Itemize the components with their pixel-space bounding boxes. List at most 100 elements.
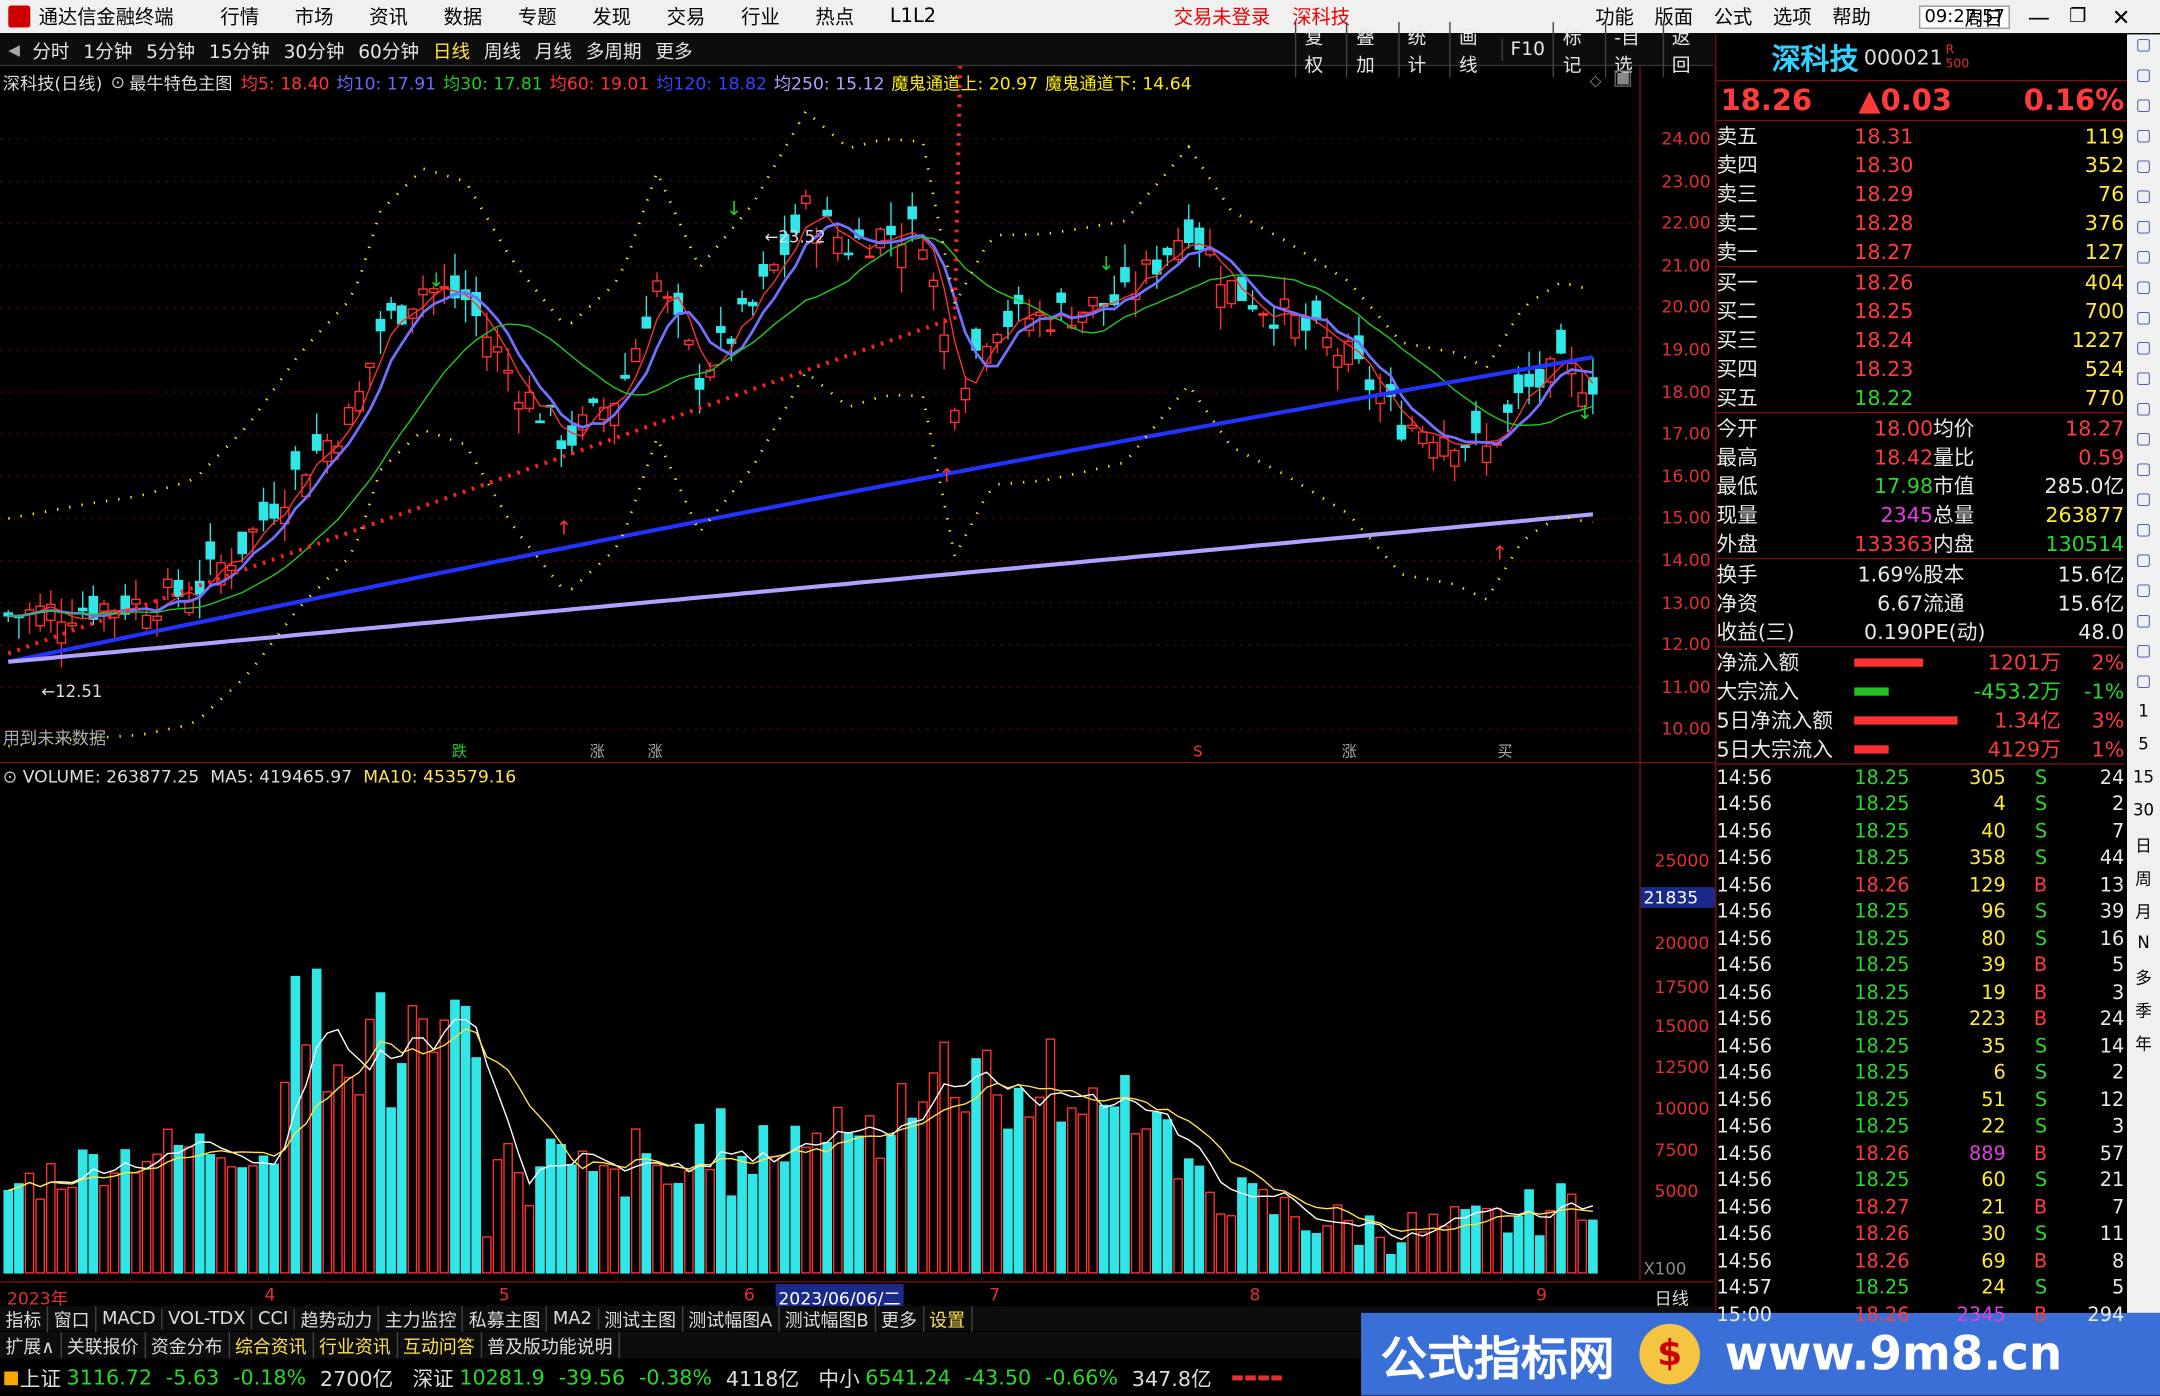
info-tab[interactable]: 扩展∧ [0,1332,62,1359]
indicator-tab[interactable]: 窗口 [48,1305,97,1332]
side-tool-icon[interactable]: ▢ [2127,398,2160,428]
login-status[interactable]: 交易未登录 [1174,3,1270,31]
menu-item[interactable]: 资讯 [369,3,408,31]
side-tool-icon[interactable]: ▢ [2127,610,2160,640]
info-tab[interactable]: 关联报价 [61,1332,146,1359]
volume-bar [599,1164,609,1274]
side-tool-icon[interactable]: ▢ [2127,65,2160,95]
menu-item[interactable]: L1L2 [890,6,936,28]
tick-price: 18.25 [1854,1035,1910,1058]
period-tab[interactable]: 分时 [25,36,76,63]
indicator-tab[interactable]: 指标 [0,1305,49,1332]
menu-item[interactable]: 发现 [592,3,631,31]
menu-item[interactable]: 市场 [295,3,334,31]
side-tool-icon[interactable]: ▢ [2127,671,2160,701]
period-collapse-icon[interactable]: ◀ [8,41,20,59]
menu-item[interactable]: 数据 [444,3,483,31]
close-icon[interactable]: ✕ [2112,3,2130,29]
menu-item[interactable]: 行业 [741,3,780,31]
tick-row: 14:56 18.25 22 S 3 [1716,1114,2124,1141]
right-menu-item[interactable]: 选项 [1773,3,1812,31]
info-tab[interactable]: 互动问答 [398,1332,482,1359]
index-item[interactable]: 中小 6541.24 -43.50 -0.66% 347.8亿 [818,1363,1211,1392]
side-tool-icon[interactable]: ▢ [2127,156,2160,186]
menu-item[interactable]: 热点 [816,3,855,31]
side-period-button[interactable]: 季 [2127,999,2160,1032]
side-period-button[interactable]: 1 [2127,701,2160,734]
indicator-tab[interactable]: CCI [252,1308,296,1329]
period-tab[interactable]: 5分钟 [139,36,202,63]
period-tab[interactable]: 更多 [648,36,699,63]
indicator-tab[interactable]: 测试幅图A [683,1305,780,1332]
side-tool-icon[interactable]: ▢ [2127,277,2160,307]
main-chart-area[interactable]: 深科技(日线) ⊙ 最牛特色主图 均5: 18.40 均10: 17.91 均30:… [0,66,1640,764]
side-tool-icon[interactable]: ▢ [2127,428,2160,458]
side-tool-icon[interactable]: ▢ [2127,95,2160,125]
indicator-tab[interactable]: 测试主图 [599,1305,683,1332]
bid-label: 买一 [1716,270,1758,295]
volume-bar [418,1018,428,1274]
period-tab[interactable]: 多周期 [579,36,649,63]
period-tab[interactable]: 日线 [426,36,477,63]
side-period-button[interactable]: 5 [2127,734,2160,767]
right-menu-item[interactable]: 帮助 [1832,3,1871,31]
period-tab[interactable]: 30分钟 [277,36,352,63]
indicator-tab[interactable]: 更多 [876,1305,924,1332]
signal-label: 买 [1497,742,1512,760]
side-period-button[interactable]: 日 [2127,833,2160,866]
minimize-icon[interactable]: — [2028,3,2050,29]
side-period-button[interactable]: N [2127,933,2160,966]
side-tool-icon[interactable]: ▢ [2127,307,2160,337]
period-tab[interactable]: 月线 [528,36,579,63]
side-tool-icon[interactable]: ▢ [2127,34,2160,64]
side-period-button[interactable]: 多 [2127,966,2160,999]
tick-volume: 129 [1968,874,2006,897]
info-tab[interactable]: 综合资讯 [229,1332,314,1359]
period-tab[interactable]: 1分钟 [76,36,139,63]
indicator-tab[interactable]: 设置 [924,1305,973,1332]
side-period-button[interactable]: 30 [2127,800,2160,833]
index-item[interactable]: ■ 上证 3116.72 -5.63 -0.18% 2700亿 [0,1363,393,1392]
side-tool-icon[interactable]: ▢ [2127,519,2160,549]
side-tool-icon[interactable]: ▢ [2127,641,2160,671]
side-period-button[interactable]: 周 [2127,867,2160,900]
indicator-tab[interactable]: 主力监控 [379,1305,464,1332]
period-tab[interactable]: 周线 [477,36,528,63]
indicator-tab[interactable]: MA2 [547,1308,599,1329]
side-period-button[interactable]: 月 [2127,900,2160,933]
side-period-button[interactable]: 15 [2127,767,2160,800]
info-tab[interactable]: 普及版功能说明 [482,1332,620,1359]
side-tool-icon[interactable]: ▢ [2127,186,2160,216]
tick-side: S [2034,1169,2048,1192]
side-tool-icon[interactable]: ▢ [2127,580,2160,610]
index-item[interactable]: 深证 10281.9 -39.56 -0.38% 4118亿 [412,1363,799,1392]
period-tab[interactable]: 15分钟 [202,36,277,63]
menu-item[interactable]: 专题 [518,3,557,31]
chart-tool-button[interactable]: F10 [1500,38,1553,61]
volume-bar [971,1058,981,1274]
tick-volume: 60 [1981,1169,2006,1192]
side-tool-icon[interactable]: ▢ [2127,459,2160,489]
side-tool-icon[interactable]: ▢ [2127,338,2160,368]
indicator-tab[interactable]: 测试幅图B [779,1305,876,1332]
volume-chart-area[interactable]: ⊙ VOLUME: 263877.25 MA5: 419465.97 MA10:… [0,763,1639,1280]
indicator-tab[interactable]: MACD [96,1308,163,1329]
side-period-button[interactable]: 年 [2127,1032,2160,1065]
side-tool-icon[interactable]: ▢ [2127,216,2160,246]
side-tool-icon[interactable]: ▢ [2127,550,2160,580]
indicator-tab[interactable]: 趋势动力 [295,1305,380,1332]
side-tool-icon[interactable]: ▢ [2127,125,2160,155]
stat-label: 市值 [1933,473,1975,499]
menu-item[interactable]: 行情 [220,3,259,31]
info-tab[interactable]: 资金分布 [145,1332,230,1359]
side-tool-icon[interactable]: ▢ [2127,368,2160,398]
indicator-tab[interactable]: VOL-TDX [163,1308,253,1329]
restore-icon[interactable]: ❐ [2069,6,2086,28]
period-tab[interactable]: 60分钟 [351,36,426,63]
indicator-tab[interactable]: 私募主图 [463,1305,548,1332]
right-menu-item[interactable]: 公式 [1714,3,1753,31]
info-tab[interactable]: 行业资讯 [313,1332,398,1359]
side-tool-icon[interactable]: ▢ [2127,247,2160,277]
menu-item[interactable]: 交易 [667,3,706,31]
side-tool-icon[interactable]: ▢ [2127,489,2160,519]
